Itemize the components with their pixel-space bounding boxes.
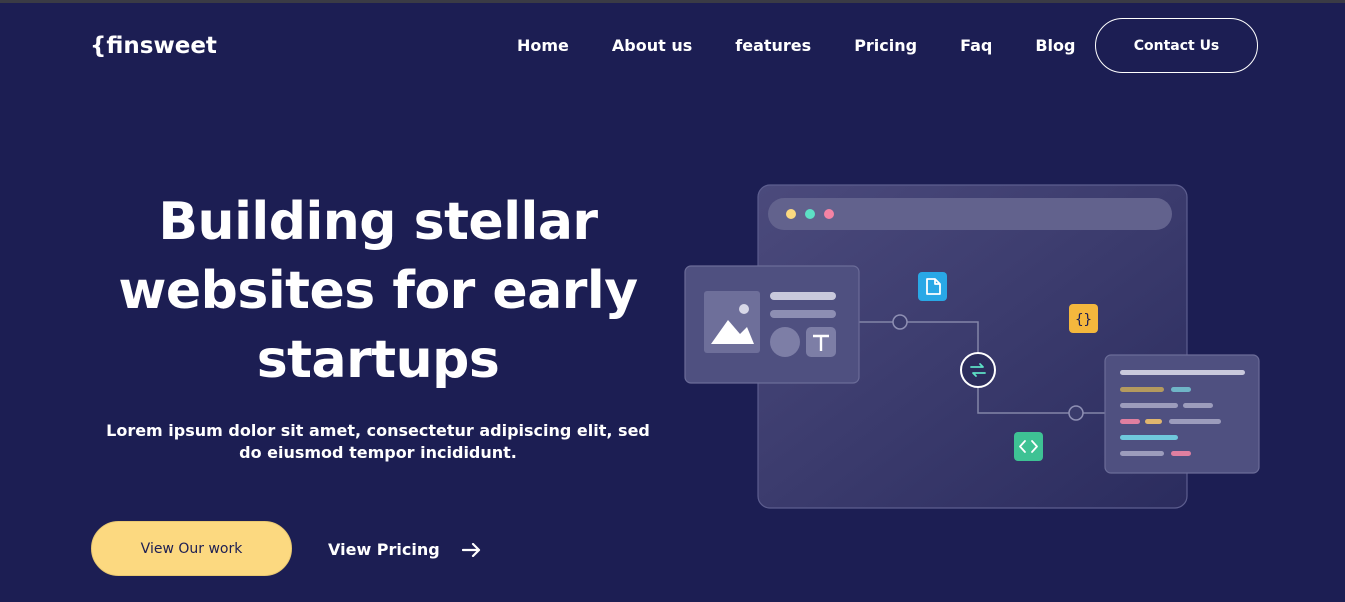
svg-text:{}: {} (1075, 312, 1092, 328)
window-dot-green (805, 209, 815, 219)
sync-icon (960, 352, 996, 388)
nav-blog[interactable]: Blog (1035, 36, 1075, 55)
main-nav: Home About us features Pricing Faq Blog (517, 36, 1075, 55)
nav-faq[interactable]: Faq (960, 36, 992, 55)
browser-top-border (0, 0, 1345, 3)
nav-about-us[interactable]: About us (612, 36, 692, 55)
view-our-work-button[interactable]: View Our work (91, 521, 292, 576)
hero-subtitle: Lorem ipsum dolor sit amet, consectetur … (106, 421, 650, 462)
view-pricing-link[interactable]: View Pricing (328, 540, 482, 559)
hero-illustration: {} (684, 184, 1260, 509)
contact-us-button[interactable]: Contact Us (1095, 18, 1258, 73)
curly-braces-icon: {} (1069, 304, 1098, 333)
image-icon (704, 291, 760, 353)
window-dot-pink (824, 209, 834, 219)
nav-features[interactable]: features (735, 36, 811, 55)
file-icon (918, 272, 947, 301)
nav-home[interactable]: Home (517, 36, 569, 55)
hero-title: Building stellar websites for early star… (118, 192, 638, 390)
text-icon (806, 327, 836, 357)
finsweet-logo[interactable]: {finsweet (90, 33, 217, 59)
view-pricing-label: View Pricing (328, 540, 440, 559)
media-card (684, 265, 860, 384)
arrow-right-icon (461, 542, 482, 558)
code-icon (1014, 432, 1043, 461)
nav-pricing[interactable]: Pricing (854, 36, 917, 55)
code-card (1104, 354, 1260, 474)
window-dot-yellow (786, 209, 796, 219)
